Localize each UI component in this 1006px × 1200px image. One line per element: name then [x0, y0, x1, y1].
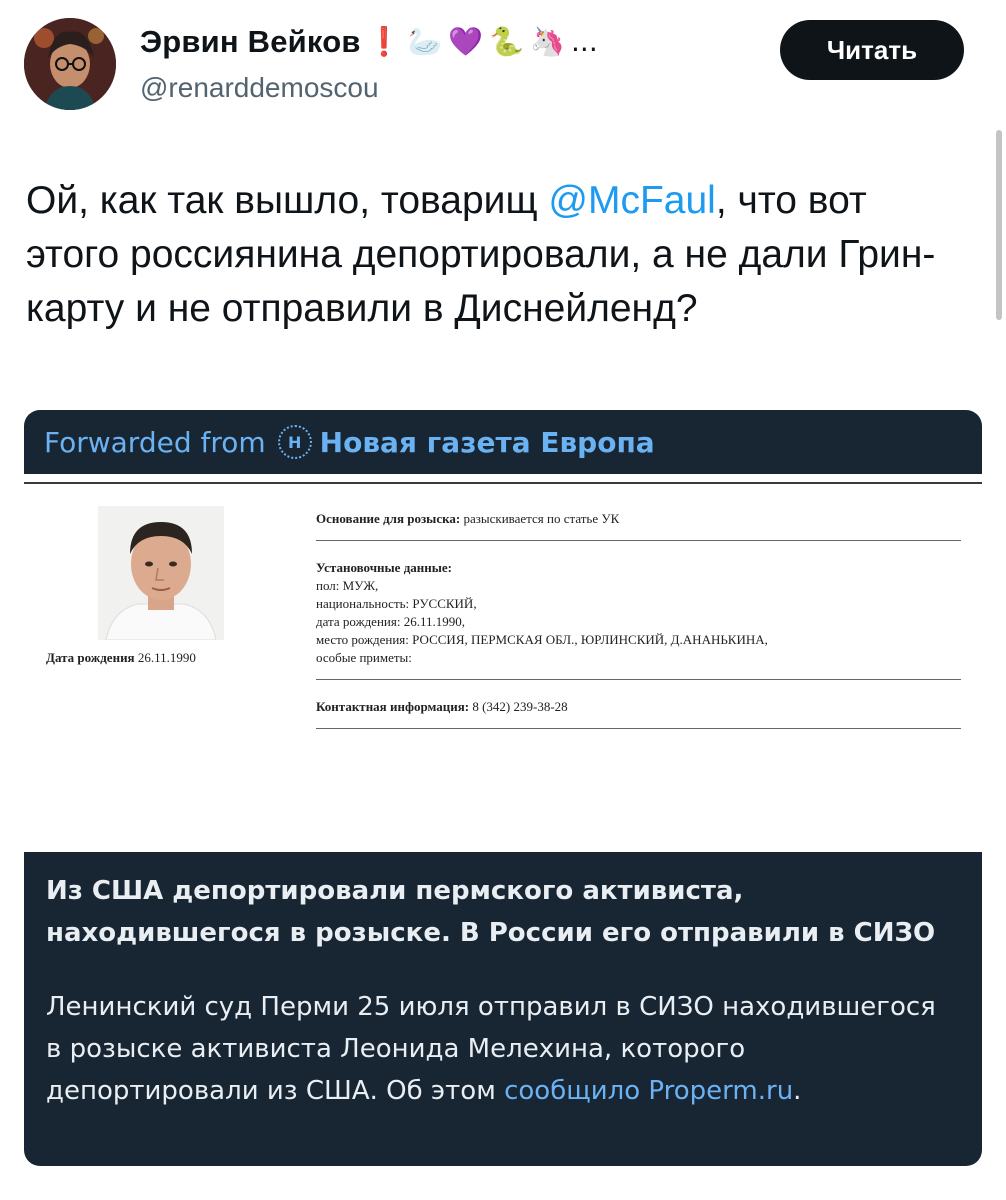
document-divider: [316, 540, 961, 541]
purple-heart-icon: 💜: [448, 25, 484, 58]
article-body-end: .: [793, 1076, 802, 1106]
dob-label: Дата рождения: [46, 650, 135, 665]
forwarded-post-body: Из США депортировали пермского активиста…: [24, 852, 982, 1166]
unicorn-icon: 🦄: [530, 25, 566, 58]
wanted-document-image[interactable]: Дата рождения 26.11.1990 Основание для р…: [24, 474, 982, 852]
document-divider: [316, 679, 961, 680]
avatar[interactable]: [24, 18, 116, 110]
person-photo: [98, 506, 224, 640]
article-body: Ленинский суд Перми 25 июля отправил в С…: [46, 992, 936, 1106]
name-ellipsis: ...: [571, 25, 598, 58]
basis-label: Основание для розыска:: [316, 511, 461, 526]
basis-value: разыскивается по статье УК: [463, 511, 620, 526]
photo-dob: Дата рождения 26.11.1990: [46, 650, 196, 666]
contact-label: Контактная информация:: [316, 699, 470, 714]
user-handle[interactable]: @renarddemoscou: [140, 72, 379, 104]
birth-place-line: место рождения: РОССИЯ, ПЕРМСКАЯ ОБЛ., Ю…: [316, 632, 768, 647]
tweet-text-start: Ой, как так вышло, товарищ: [26, 179, 549, 222]
swan-icon: 🦢: [407, 25, 443, 58]
follow-button[interactable]: Читать: [780, 20, 964, 80]
birth-date-line: дата рождения: 26.11.1990,: [316, 614, 465, 629]
channel-logo-icon: Н: [277, 425, 312, 459]
mention-link[interactable]: @McFaul: [548, 179, 715, 222]
snake-icon: 🐍: [489, 25, 525, 58]
scrollbar[interactable]: [996, 130, 1002, 320]
forwarded-channel-name[interactable]: Новая газета Европа: [320, 426, 655, 459]
features-line: особые приметы:: [316, 650, 412, 665]
document-divider: [316, 728, 961, 729]
forwarded-header: Forwarded from Н Новая газета Европа: [24, 410, 982, 474]
tweet-header: Эрвин Вейков ❗ 🦢 💜 🐍 🦄 ... @renarddemosc…: [24, 18, 964, 118]
setup-label: Установочные данные:: [316, 560, 453, 575]
display-name[interactable]: Эрвин Вейков: [140, 24, 361, 60]
article-title: Из США депортировали пермского активиста…: [46, 876, 936, 948]
exclamation-icon: ❗: [366, 25, 402, 58]
gender-line: пол: МУЖ,: [316, 578, 379, 593]
tweet-text: Ой, как так вышло, товарищ @McFaul, что …: [26, 174, 966, 336]
source-link[interactable]: сообщило Properm.ru: [504, 1076, 793, 1106]
contact-value: 8 (342) 239-38-28: [472, 699, 568, 714]
dob-value: 26.11.1990: [137, 650, 196, 665]
document-top-rule: [24, 482, 982, 484]
contact-line: Контактная информация: 8 (342) 239-38-28: [316, 698, 961, 716]
name-row: Эрвин Вейков ❗ 🦢 💜 🐍 🦄 ...: [140, 24, 598, 60]
article-text: Ленинский суд Перми 25 июля отправил в С…: [46, 986, 946, 1112]
nationality-line: национальность: РУССКИЙ,: [316, 596, 477, 611]
document-details: Основание для розыска: разыскивается по …: [316, 510, 961, 747]
forwarded-label: Forwarded from: [44, 425, 266, 459]
basis-line: Основание для розыска: разыскивается по …: [316, 510, 961, 528]
